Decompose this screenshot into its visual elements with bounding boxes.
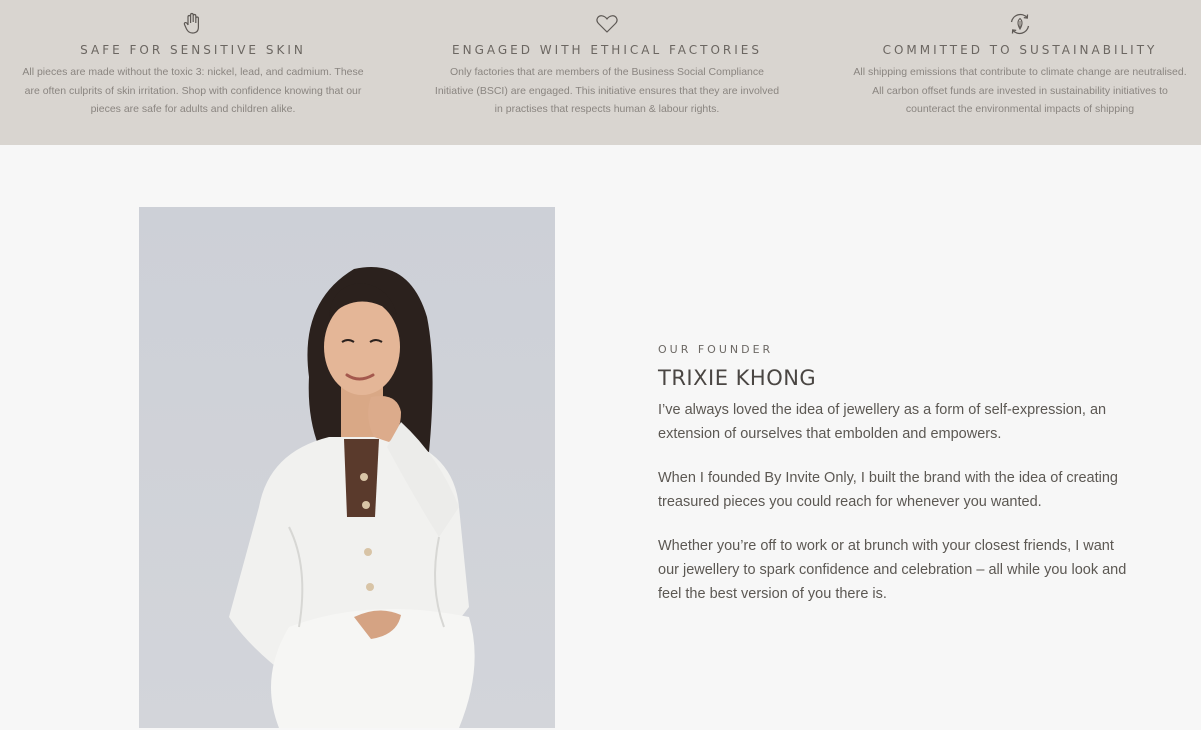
founder-paragraph: When I founded By Invite Only, I built t… — [658, 470, 1118, 510]
value-description: Only factories that are members of the B… — [434, 66, 780, 115]
value-title: COMMITTED TO SUSTAINABILITY — [882, 43, 1158, 57]
value-sustainability: COMMITTED TO SUSTAINABILITY All shipping… — [850, 0, 1190, 119]
founder-photo-illustration — [139, 207, 555, 728]
founder-portrait — [139, 207, 555, 728]
value-safe-skin: SAFE FOR SENSITIVE SKIN All pieces are m… — [18, 0, 368, 119]
founder-name: TRIXIE KHONG — [658, 366, 817, 390]
founder-kicker: OUR FOUNDER — [658, 343, 774, 356]
values-band: SAFE FOR SENSITIVE SKIN All pieces are m… — [0, 0, 1201, 145]
hand-icon — [183, 12, 199, 34]
founder-section: OUR FOUNDER TRIXIE KHONG I’ve always lov… — [658, 343, 1138, 606]
recycle-leaf-icon — [1010, 13, 1030, 35]
value-description: All shipping emissions that contribute t… — [853, 66, 1187, 115]
founder-paragraph: Whether you’re off to work or at brunch … — [658, 538, 1127, 602]
founder-paragraph: I’ve always loved the idea of jewellery … — [658, 402, 1107, 442]
value-ethical-factories: ENGAGED WITH ETHICAL FACTORIES Only fact… — [432, 0, 782, 119]
heart-icon — [596, 15, 618, 33]
value-description: All pieces are made without the toxic 3:… — [22, 66, 364, 115]
value-title: ENGAGED WITH ETHICAL FACTORIES — [452, 43, 762, 57]
value-title: SAFE FOR SENSITIVE SKIN — [80, 43, 306, 57]
